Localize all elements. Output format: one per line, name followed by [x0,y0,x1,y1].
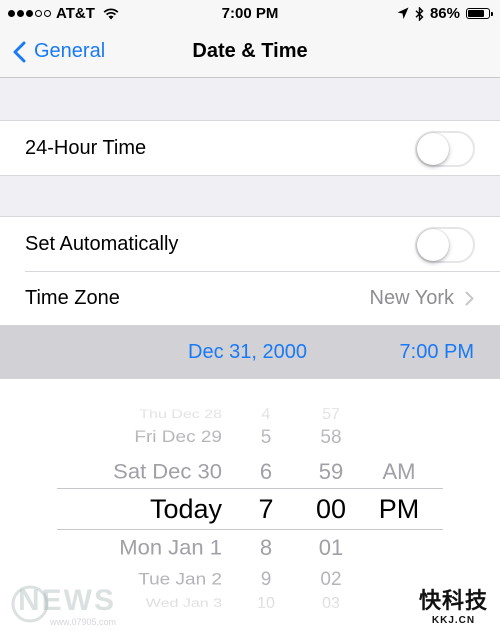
battery-icon [466,8,493,19]
bluetooth-icon [415,6,424,21]
time-zone-label: Time Zone [25,286,120,309]
picker-minute-option[interactable]: 59 [319,459,343,485]
picker-minute-option[interactable]: 58 [320,427,341,449]
status-bar: AT&T 7:00 PM 86% [0,0,500,28]
page-title: Date & Time [192,40,308,62]
picker-hour-option[interactable]: 9 [261,569,272,591]
set-automatically-toggle[interactable] [415,227,475,263]
picker-hour-option[interactable]: 8 [260,535,272,561]
picker-date-option[interactable]: Tue Jan 2 [138,571,222,590]
status-right: 86% [397,5,493,22]
picker-date-option[interactable]: Wed Jan 3 [146,598,222,611]
picker-minute-option[interactable]: 57 [322,406,340,424]
picker-selection-top-line [57,488,443,489]
time-zone-value: New York [369,286,455,309]
navigation-bar: General Date & Time [0,28,500,78]
picker-hour-option[interactable]: 6 [260,459,272,485]
watermark-right: 快科技 KKJ.CN [419,583,488,626]
battery-percent: 86% [429,5,460,22]
automatic-group: Set Automatically Time Zone New York [0,216,500,326]
picker-fade-top [0,379,500,439]
selected-time: 7:00 PM [399,341,474,363]
picker-hour-option[interactable]: 4 [262,406,271,424]
set-automatically-label: Set Automatically [25,232,179,255]
picker-hour-option[interactable]: 5 [261,427,272,449]
picker-date-option[interactable]: Fri Dec 29 [134,429,222,448]
chevron-right-icon [465,291,474,306]
picker-hour-selected[interactable]: 7 [258,494,273,525]
picker-minute-option[interactable]: 02 [320,569,341,591]
picker-date-option[interactable]: Mon Jan 1 [119,536,222,561]
picker-selection-bottom-line [57,529,443,530]
picker-minute-selected[interactable]: 00 [316,494,346,525]
selected-datetime-row[interactable]: Dec 31, 2000 7:00 PM [0,325,500,379]
watermark-left-text: NEWS [18,584,116,617]
watermark-right-url: KKJ.CN [431,615,476,626]
hour24-group: 24-Hour Time [0,120,500,176]
picker-ampm-selected[interactable]: PM [379,494,420,525]
toggle-knob [417,229,449,261]
location-arrow-icon [397,7,409,19]
picker-minute-option[interactable]: 03 [322,595,340,613]
hour24-cell: 24-Hour Time [0,121,500,175]
picker-date-option[interactable]: Sat Dec 30 [113,460,222,485]
set-automatically-cell: Set Automatically [0,217,500,271]
toggle-knob [417,133,449,165]
hour24-toggle[interactable] [415,131,475,167]
picker-ampm-option[interactable]: AM [383,459,416,485]
picker-date-selected[interactable]: Today [150,494,222,525]
time-zone-cell[interactable]: Time Zone New York [0,271,500,325]
watermark-left-url: www.07905.com [50,617,117,627]
watermark-right-logo: 快科技 [418,588,488,613]
picker-date-option[interactable]: Thu Dec 28 [139,409,222,422]
picker-minute-option[interactable]: 01 [319,535,343,561]
hour24-label: 24-Hour Time [25,136,147,159]
selected-date: Dec 31, 2000 [188,341,307,363]
picker-hour-option[interactable]: 10 [257,595,275,613]
